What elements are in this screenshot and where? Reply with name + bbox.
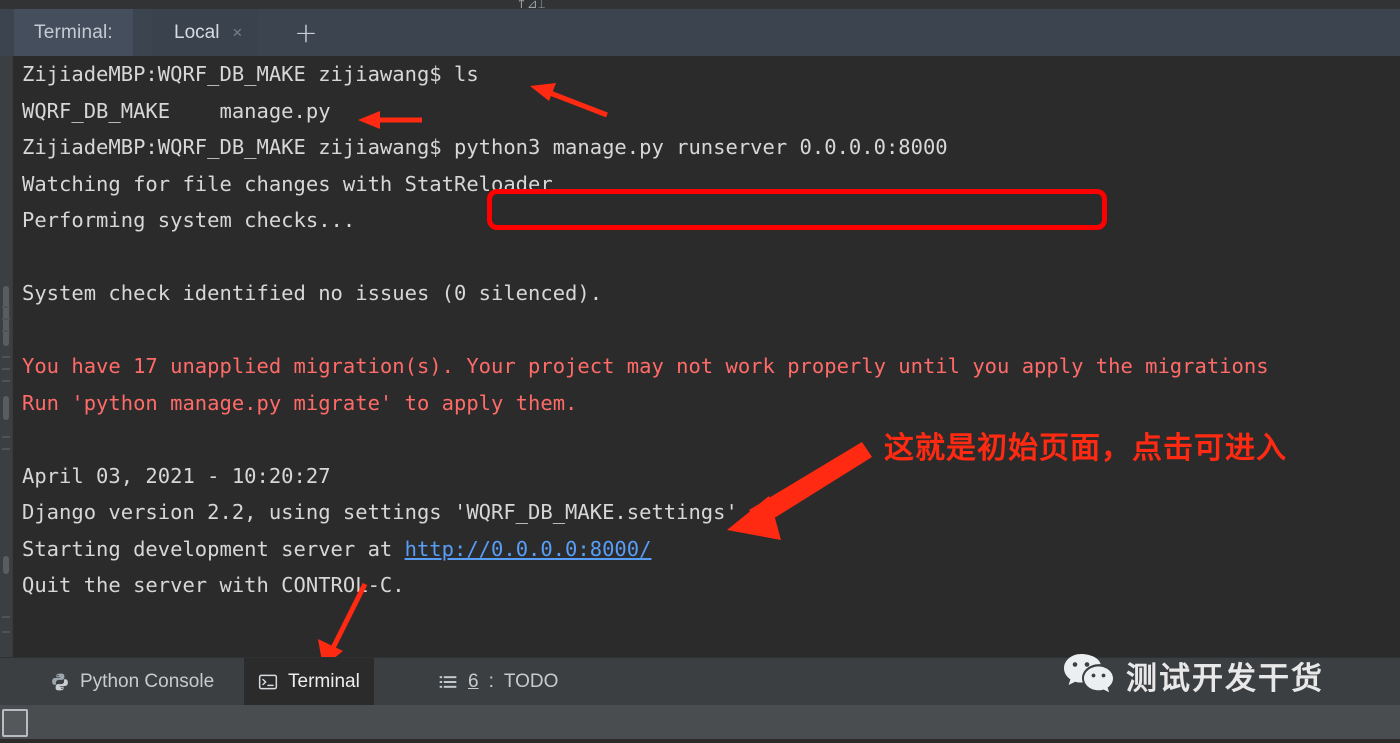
wechat-watermark-text: 测试开发干货 (1126, 660, 1324, 697)
todo-separator: : (488, 671, 494, 692)
terminal-line: Starting development server at http://0.… (22, 531, 1400, 568)
terminal-line: WQRF_DB_MAKE manage.py (22, 98, 331, 123)
tab-local[interactable]: Local × (152, 9, 259, 56)
server-url-link[interactable]: http://0.0.0.0:8000/ (405, 537, 652, 561)
terminal-line-text: Starting development server at (22, 536, 405, 561)
pycharm-terminal-window: ↑⊿⌶ Terminal: Local × + ZijiadeMBP:WQRF_… (0, 0, 1400, 739)
close-icon[interactable]: × (232, 24, 242, 41)
terminal-line: Run 'python manage.py migrate' to apply … (22, 390, 578, 415)
terminal-line: ZijiadeMBP:WQRF_DB_MAKE zijiawang$ ls (22, 62, 479, 86)
scrollbar-marker (3, 396, 9, 420)
terminal-scrollbar-gutter[interactable] (0, 56, 12, 657)
terminal-line: System check identified no issues (0 sil… (22, 281, 603, 305)
tool-button-terminal-label: Terminal (288, 671, 360, 692)
terminal-icon (258, 672, 278, 692)
terminal-line: Quit the server with CONTROL-C. (22, 573, 405, 597)
tool-button-todo[interactable]: 6: TODO (424, 658, 572, 706)
todo-list-icon (438, 672, 458, 692)
terminal-title-text: Terminal: (34, 21, 113, 43)
tool-button-todo-label: TODO (503, 671, 559, 692)
terminal-line: Django version 2.2, using settings 'WQRF… (22, 500, 738, 524)
scrollbar-marker-2 (3, 556, 9, 574)
window-corner-icon (2, 709, 28, 737)
gutter-separator (12, 56, 13, 657)
terminal-line: Performing system checks... (22, 208, 356, 232)
tool-button-python-console-label: Python Console (80, 671, 215, 692)
plus-icon: + (294, 16, 318, 49)
new-session-button[interactable]: + (282, 9, 330, 56)
wechat-icon (1062, 651, 1114, 699)
terminal-output-panel[interactable]: ZijiadeMBP:WQRF_DB_MAKE zijiawang$ ls WQR… (0, 56, 1400, 657)
terminal-line: ZijiadeMBP:WQRF_DB_MAKE zijiawang$ pytho… (22, 135, 948, 159)
scrollbar-thumb[interactable] (3, 286, 9, 346)
terminal-line: April 03, 2021 - 10:20:27 (22, 463, 331, 488)
tool-button-terminal[interactable]: Terminal (244, 658, 374, 706)
wechat-watermark: 测试开发干货 (1062, 651, 1324, 699)
footer-strip (0, 705, 1400, 739)
todo-count-badge: 6 (468, 671, 479, 692)
python-icon (50, 672, 70, 692)
terminal-line: You have 17 unapplied migration(s). Your… (22, 354, 1269, 378)
tab-local-label: Local (174, 21, 220, 43)
terminal-line: Watching for file changes with StatReloa… (22, 171, 553, 196)
top-cutoff-strip: ↑⊿⌶ (0, 0, 1400, 12)
terminal-lines: ZijiadeMBP:WQRF_DB_MAKE zijiawang$ ls WQR… (22, 56, 1400, 604)
terminal-tab-bar: Terminal: Local × + (0, 9, 1400, 56)
tool-button-python-console[interactable]: Python Console (36, 658, 228, 706)
terminal-title-label: Terminal: (14, 9, 133, 56)
